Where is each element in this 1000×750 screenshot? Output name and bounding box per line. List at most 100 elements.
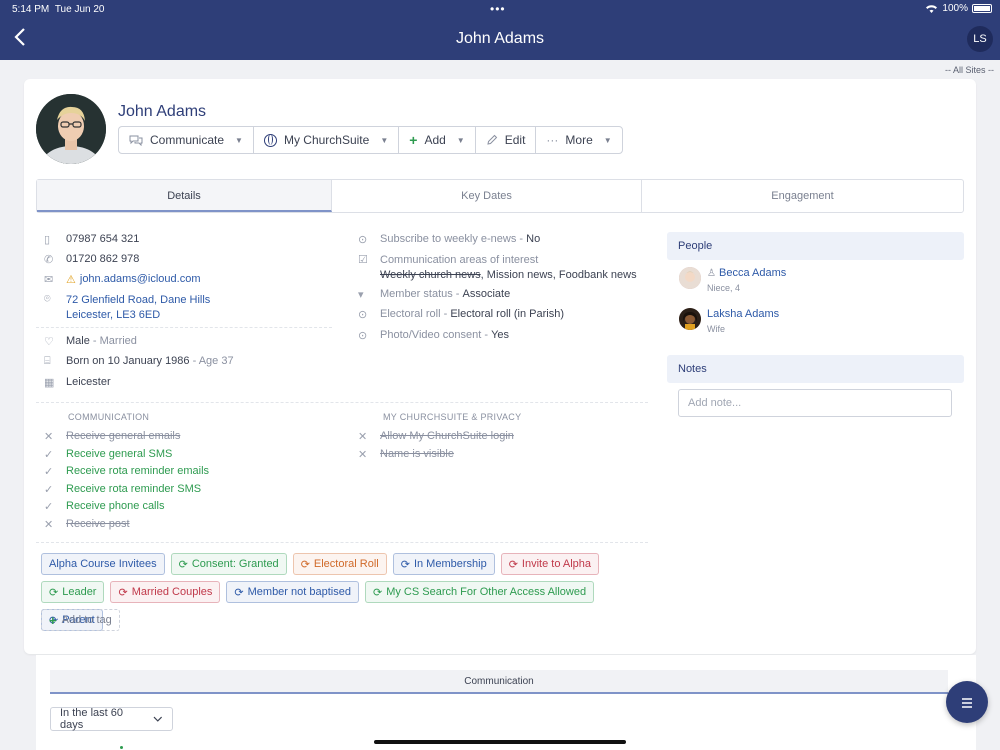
communication-pref-item: ✓ Receive rota reminder SMS (44, 482, 202, 496)
battery-icon (972, 4, 992, 13)
sync-icon: ⟳ (372, 586, 383, 599)
sync-icon: ⟳ (178, 558, 188, 571)
menu-fab-button[interactable] (946, 681, 988, 723)
communication-pref-item: ✓ Receive rota reminder emails (44, 465, 210, 478)
person-avatar (679, 267, 701, 289)
communication-pref-item: ✕ Receive post (44, 517, 130, 531)
tag-chip[interactable]: ⟳ Married Couples (110, 581, 221, 603)
tag-chip[interactable]: ⟳ Consent: Granted (170, 553, 287, 575)
people-heading: People (667, 232, 964, 260)
more-button[interactable]: ··· More ▼ (536, 127, 621, 153)
tag-chip[interactable]: ⟳ My CS Search For Other Access Allowed (364, 581, 595, 603)
sync-icon: ⟳ (400, 558, 410, 571)
email-row: ✉ ⚠ john.adams@icloud.com (44, 273, 201, 286)
tag-list: Alpha Course Invitees ⟳ Consent: Granted ⟳ E… (41, 553, 651, 631)
communication-pref-item: ✓ Receive general SMS (44, 447, 173, 461)
sync-icon: ⟳ (300, 558, 310, 571)
globe-icon (263, 133, 277, 147)
chevron-down-icon: ▼ (456, 135, 465, 145)
communicate-button[interactable]: Communicate ▼ (119, 127, 254, 153)
checkbox-icon: ☑ (358, 254, 368, 266)
check-icon: ✓ (44, 483, 54, 496)
tag-chip[interactable]: ⟳ Invite to Alpha (500, 553, 600, 575)
address-row: ⌾ 72 Glenfield Road, Dane Hills Leicester… (44, 293, 210, 323)
add-to-tag-button[interactable]: + Add to tag (41, 609, 120, 631)
cross-icon: ✕ (358, 431, 368, 443)
site-row: ▦ Leicester (44, 376, 111, 389)
hamburger-icon (962, 698, 972, 708)
add-note-input[interactable] (678, 389, 952, 417)
status-time: 5:14 PM Tue Jun 20 (12, 4, 105, 15)
divider (36, 542, 648, 543)
divider (36, 327, 332, 328)
notes-heading: Notes (667, 355, 964, 383)
sync-icon: ⟳ (234, 586, 244, 599)
plus-icon: + (49, 612, 57, 628)
envelope-icon: ✉ (44, 274, 54, 286)
subscribe-row: ⊙ Subscribe to weekly e-news - No (358, 233, 541, 246)
radio-icon: ⊙ (358, 234, 368, 246)
chart-dot (120, 746, 123, 749)
privacy-heading: MY CHURCHSUITE & PRIVACY (383, 412, 522, 422)
chevron-down-icon: ▼ (235, 135, 243, 145)
privacy-item: ✕ Allow My ChurchSuite login (358, 430, 514, 443)
person-becca[interactable]: ♙ Becca Adams Niece, 4 (679, 267, 786, 293)
check-icon: ✓ (44, 501, 54, 513)
edit-button[interactable]: Edit (476, 127, 537, 153)
cross-icon: ✕ (44, 431, 54, 443)
email-link[interactable]: john.adams@icloud.com (80, 273, 201, 285)
communication-pref-item: ✓ Receive phone calls (44, 500, 165, 513)
comm-areas-row: ☑ Communication areas of interest Weekly … (358, 254, 637, 281)
plus-icon: + (409, 132, 418, 148)
tag-chip[interactable]: ⟳ Electoral Roll (292, 553, 387, 575)
address-link[interactable]: 72 Glenfield Road, Dane Hills Leicester, … (66, 293, 210, 323)
child-icon: ♙ (707, 268, 716, 279)
mobile-row: ▯ 07987 654 321 (44, 233, 139, 246)
tag-chip[interactable]: ⟳ In Membership (392, 553, 495, 575)
sync-icon: ⟳ (508, 558, 518, 571)
multitask-dots-icon[interactable]: ••• (490, 2, 506, 16)
tab-details[interactable]: Details (37, 180, 332, 212)
divider (36, 402, 648, 403)
electoral-roll-row: ⊙ Electoral roll - Electoral roll (in Pa… (358, 308, 565, 321)
pencil-icon (487, 134, 497, 145)
tag-chip[interactable]: Alpha Course Invitees (41, 553, 165, 575)
tab-key-dates[interactable]: Key Dates (332, 180, 642, 212)
phone-number[interactable]: 01720 862 978 (66, 253, 139, 265)
building-icon: ▦ (44, 377, 55, 389)
member-status-row: ▾ Member status - Associate (358, 288, 511, 301)
privacy-item: ✕ Name is visible (358, 447, 454, 461)
chevron-down-icon (153, 716, 163, 722)
person-avatar (679, 308, 701, 330)
communication-pref-item: ✕ Receive general emails (44, 430, 181, 443)
map-pin-icon: ⌾ (44, 293, 51, 305)
profile-name: John Adams (118, 103, 207, 120)
tab-engagement[interactable]: Engagement (642, 180, 963, 212)
site-selector[interactable]: -- All Sites -- (945, 65, 994, 75)
communication-heading: COMMUNICATION (68, 412, 150, 422)
page-title: John Adams (455, 30, 545, 47)
communication-tab[interactable]: Communication (50, 670, 948, 694)
cake-icon: ⌸ (44, 355, 51, 367)
user-avatar[interactable]: LS (967, 26, 993, 52)
tag-chip[interactable]: ⟳ Member not baptised (226, 581, 359, 603)
person-laksha[interactable]: Laksha Adams Wife (679, 308, 779, 334)
cross-icon: ✕ (358, 448, 368, 461)
profile-tabs: Details Key Dates Engagement (36, 179, 964, 213)
profile-card: John Adams Communicate ▼ My ChurchSuite ▼ … (24, 79, 976, 654)
home-indicator (374, 740, 626, 744)
sync-icon: ⟳ (118, 586, 128, 599)
battery-status: 100% (925, 3, 992, 14)
tag-chip[interactable]: ⟳ Leader (41, 581, 105, 603)
cross-icon: ✕ (44, 518, 54, 531)
add-button[interactable]: + Add ▼ (399, 127, 476, 153)
top-nav: John Adams LS (0, 18, 1000, 60)
period-select[interactable]: In the last 60 days (50, 707, 173, 731)
radio-icon: ⊙ (358, 330, 368, 342)
profile-photo (36, 94, 106, 164)
phone-row: ✆ 01720 862 978 (44, 253, 139, 266)
chat-icon (129, 135, 143, 146)
warning-icon: ⚠ (66, 274, 76, 286)
my-churchsuite-button[interactable]: My ChurchSuite ▼ (254, 127, 400, 153)
mobile-number[interactable]: 07987 654 321 (66, 233, 139, 245)
